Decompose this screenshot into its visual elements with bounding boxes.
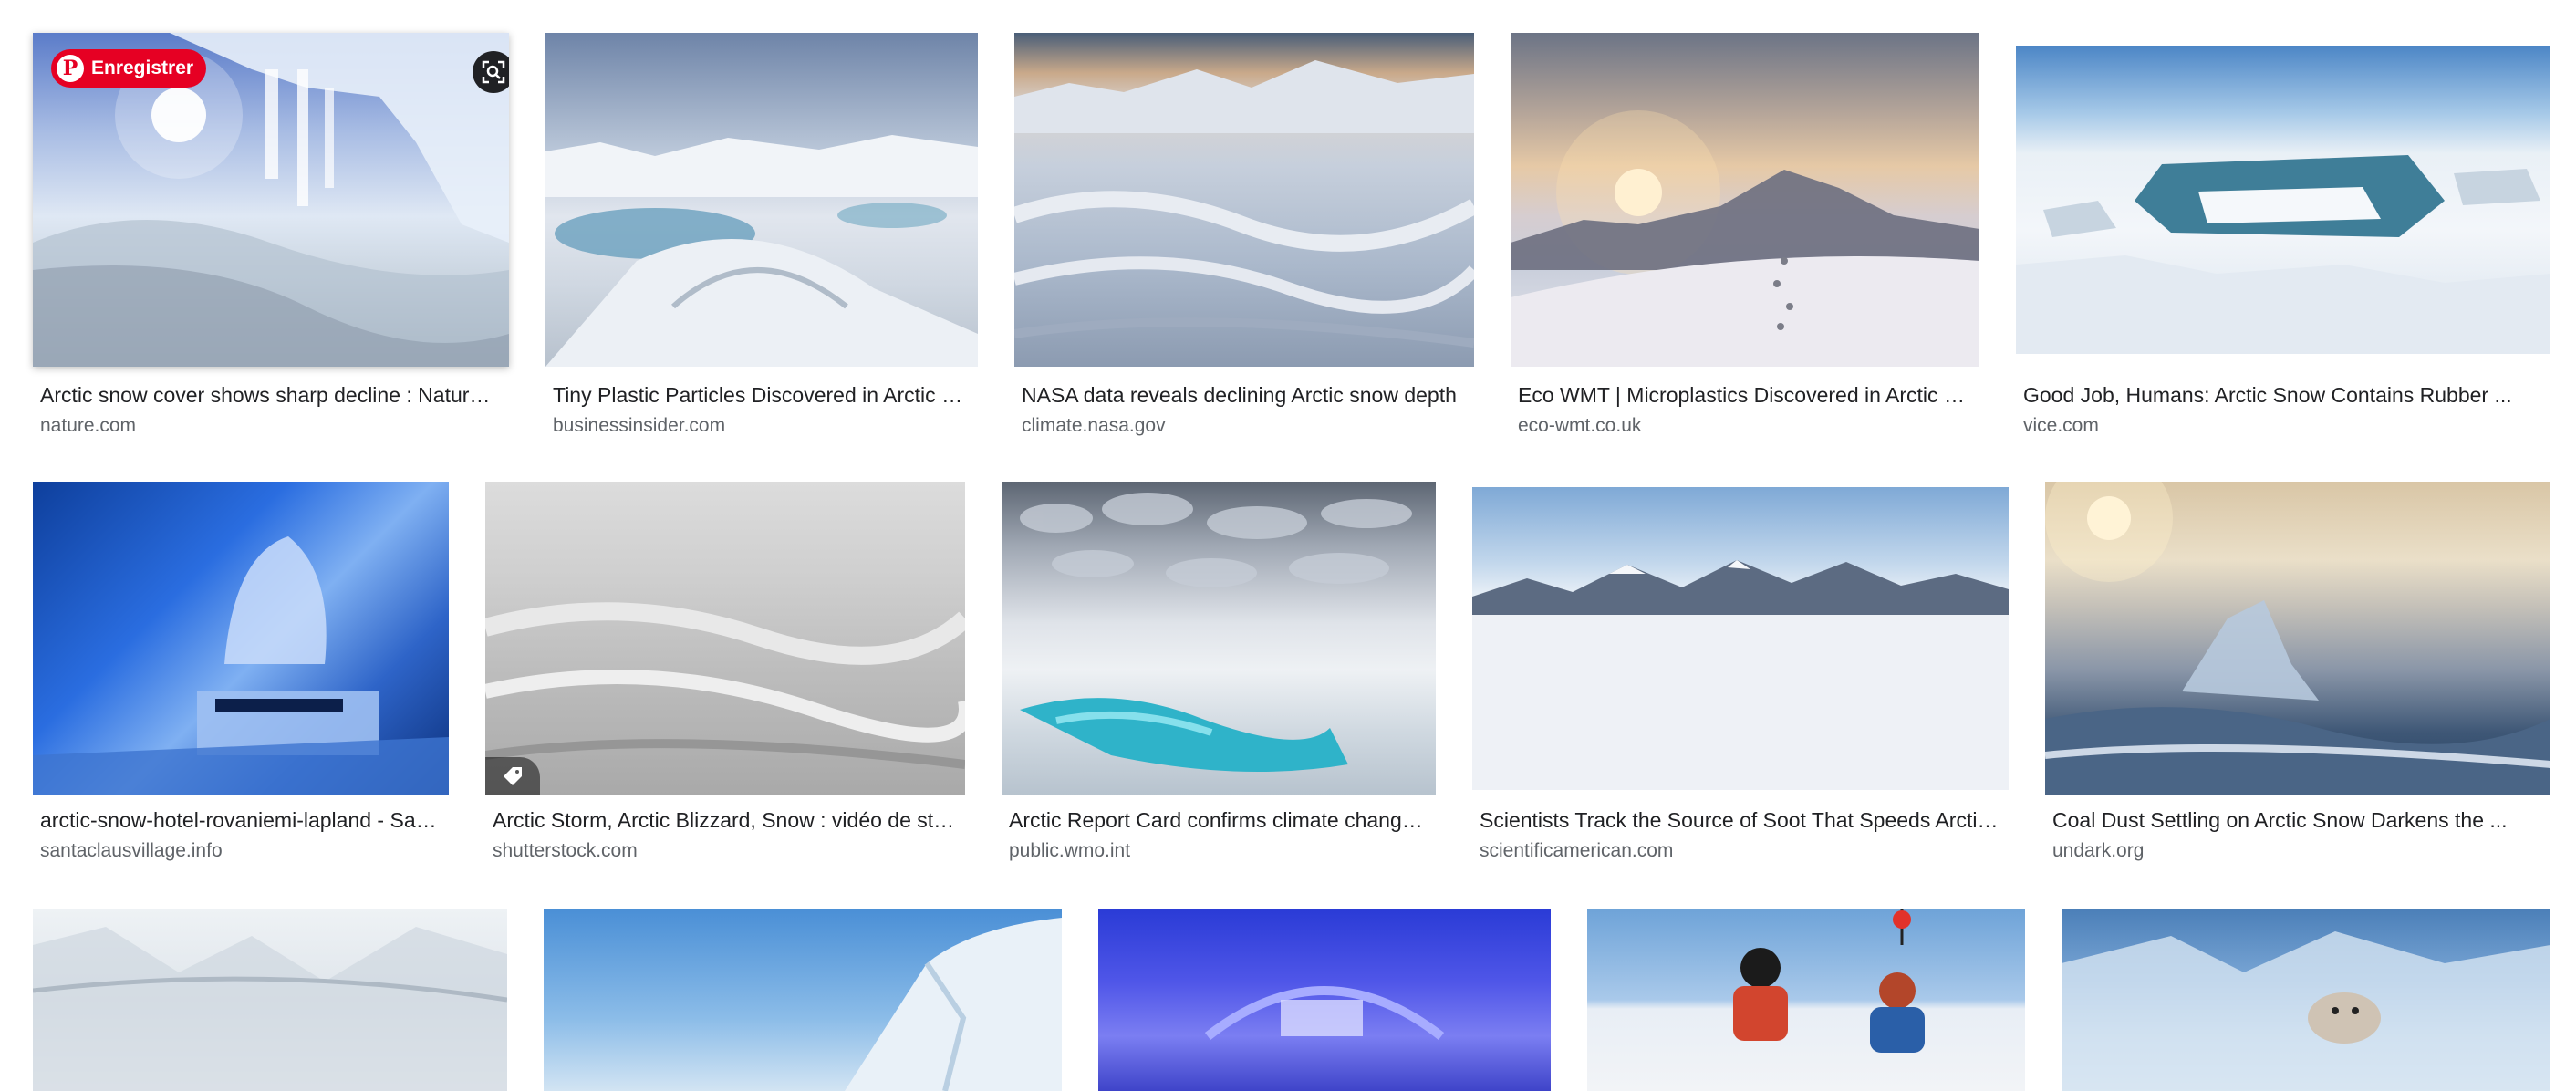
- result-title[interactable]: Arctic snow cover shows sharp decline : …: [40, 381, 502, 409]
- result-title[interactable]: Scientists Track the Source of Soot That…: [1480, 806, 2001, 834]
- result-tile[interactable]: [33, 909, 507, 1091]
- result-title[interactable]: Coal Dust Settling on Arctic Snow Darken…: [2052, 806, 2543, 834]
- result-thumbnail[interactable]: [1472, 487, 2009, 790]
- result-title[interactable]: NASA data reveals declining Arctic snow …: [1022, 381, 1467, 409]
- result-tile[interactable]: Good Job, Humans: Arctic Snow Contains R…: [2016, 33, 2550, 443]
- result-title[interactable]: Arctic Report Card confirms climate chan…: [1009, 806, 1428, 834]
- result-title[interactable]: Good Job, Humans: Arctic Snow Contains R…: [2023, 381, 2543, 409]
- result-source[interactable]: eco-wmt.co.uk: [1518, 414, 1972, 438]
- result-source[interactable]: businessinsider.com: [553, 414, 971, 438]
- result-thumbnail[interactable]: [1098, 909, 1551, 1091]
- result-source[interactable]: shutterstock.com: [493, 839, 958, 863]
- result-thumbnail[interactable]: [33, 482, 449, 795]
- result-tile[interactable]: Eco WMT | Microplastics Discovered in Ar…: [1511, 33, 1979, 443]
- result-thumbnail[interactable]: [1511, 33, 1979, 367]
- result-tile[interactable]: NASA data reveals declining Arctic snow …: [1014, 33, 1474, 443]
- result-source[interactable]: public.wmo.int: [1009, 839, 1428, 863]
- result-tile[interactable]: Coal Dust Settling on Arctic Snow Darken…: [2045, 482, 2550, 874]
- result-tile[interactable]: P Enregistrer Arctic snow cover shows sh…: [33, 33, 509, 443]
- result-tile[interactable]: [1587, 909, 2025, 1091]
- result-title[interactable]: Arctic Storm, Arctic Blizzard, Snow : vi…: [493, 806, 958, 834]
- result-tile[interactable]: Tiny Plastic Particles Discovered in Arc…: [545, 33, 978, 443]
- result-tile[interactable]: [544, 909, 1062, 1091]
- result-source[interactable]: santaclausvillage.info: [40, 839, 441, 863]
- result-thumbnail[interactable]: [1014, 33, 1474, 367]
- result-tile[interactable]: arctic-snow-hotel-rovaniemi-lapland - Sa…: [33, 482, 449, 874]
- result-title[interactable]: arctic-snow-hotel-rovaniemi-lapland - Sa…: [40, 806, 441, 834]
- result-source[interactable]: undark.org: [2052, 839, 2543, 863]
- result-source[interactable]: scientificamerican.com: [1480, 839, 2001, 863]
- visual-search-button[interactable]: [473, 51, 509, 93]
- result-thumbnail[interactable]: [544, 909, 1062, 1091]
- result-title[interactable]: Tiny Plastic Particles Discovered in Arc…: [553, 381, 971, 409]
- result-source[interactable]: vice.com: [2023, 414, 2543, 438]
- result-thumbnail[interactable]: [545, 33, 978, 367]
- result-tile[interactable]: [1098, 909, 1551, 1091]
- result-thumbnail[interactable]: [2045, 482, 2550, 795]
- result-thumbnail[interactable]: [2016, 46, 2550, 354]
- result-thumbnail[interactable]: [2062, 909, 2550, 1091]
- result-tile[interactable]: Arctic Report Card confirms climate chan…: [1002, 482, 1436, 874]
- save-label: Enregistrer: [91, 57, 194, 78]
- result-thumbnail[interactable]: P Enregistrer: [33, 33, 509, 367]
- result-tile[interactable]: Arctic Storm, Arctic Blizzard, Snow : vi…: [485, 482, 965, 874]
- lens-icon: [482, 60, 505, 84]
- result-source[interactable]: climate.nasa.gov: [1022, 414, 1467, 438]
- result-thumbnail[interactable]: [33, 909, 507, 1091]
- result-thumbnail[interactable]: [1587, 909, 2025, 1091]
- result-title[interactable]: Eco WMT | Microplastics Discovered in Ar…: [1518, 381, 1972, 409]
- result-thumbnail[interactable]: [485, 482, 965, 795]
- result-thumbnail[interactable]: [1002, 482, 1436, 795]
- tag-icon: [504, 767, 522, 785]
- pinterest-save-button[interactable]: P Enregistrer: [51, 49, 207, 88]
- pinterest-icon: P: [57, 55, 84, 82]
- result-tile[interactable]: Scientists Track the Source of Soot That…: [1472, 482, 2009, 874]
- result-tile[interactable]: [2062, 909, 2550, 1091]
- product-tag-badge[interactable]: [485, 757, 540, 795]
- result-source[interactable]: nature.com: [40, 414, 502, 438]
